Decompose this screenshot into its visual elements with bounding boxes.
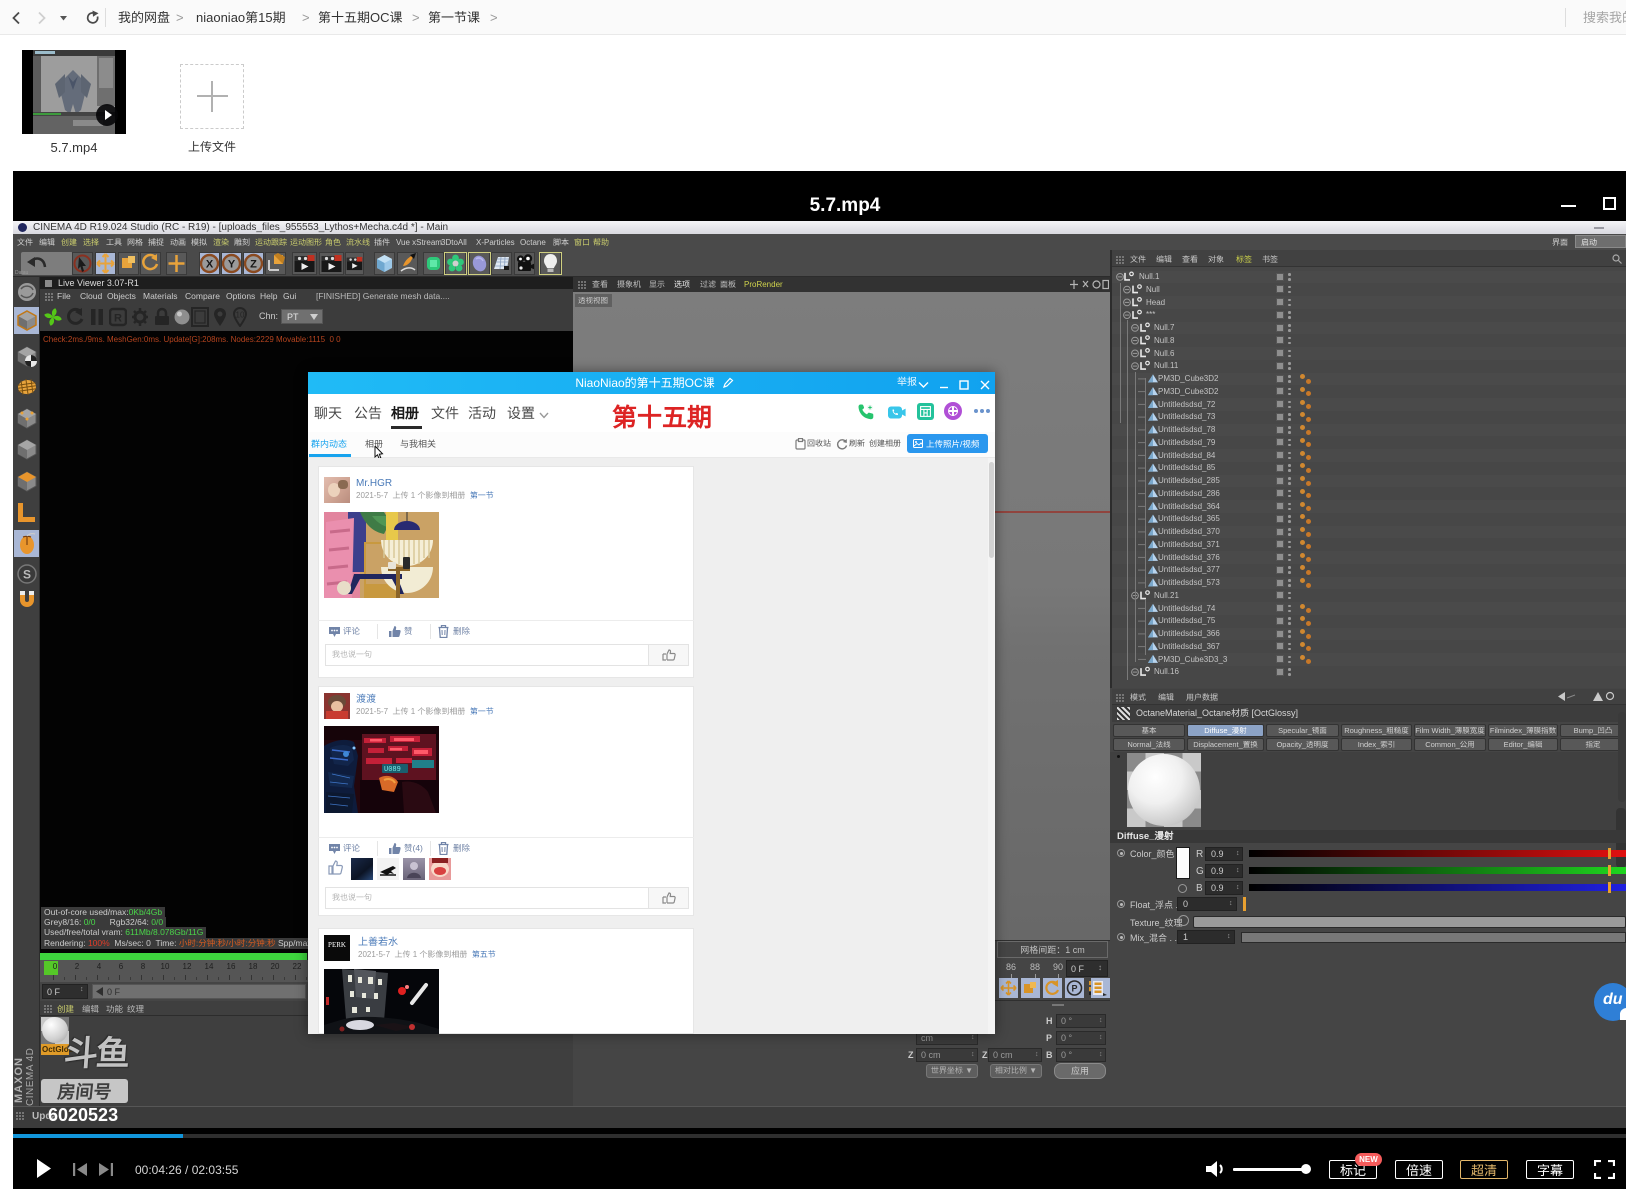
svg-text:R: R xyxy=(114,313,122,325)
svg-text:P: P xyxy=(1071,984,1077,994)
svg-text:Z: Z xyxy=(250,259,257,271)
svg-text:S: S xyxy=(23,568,31,582)
svg-text:Y: Y xyxy=(228,259,236,271)
svg-text:U089: U089 xyxy=(384,766,401,774)
svg-text:10: 10 xyxy=(236,311,245,320)
svg-text:X: X xyxy=(206,259,214,271)
